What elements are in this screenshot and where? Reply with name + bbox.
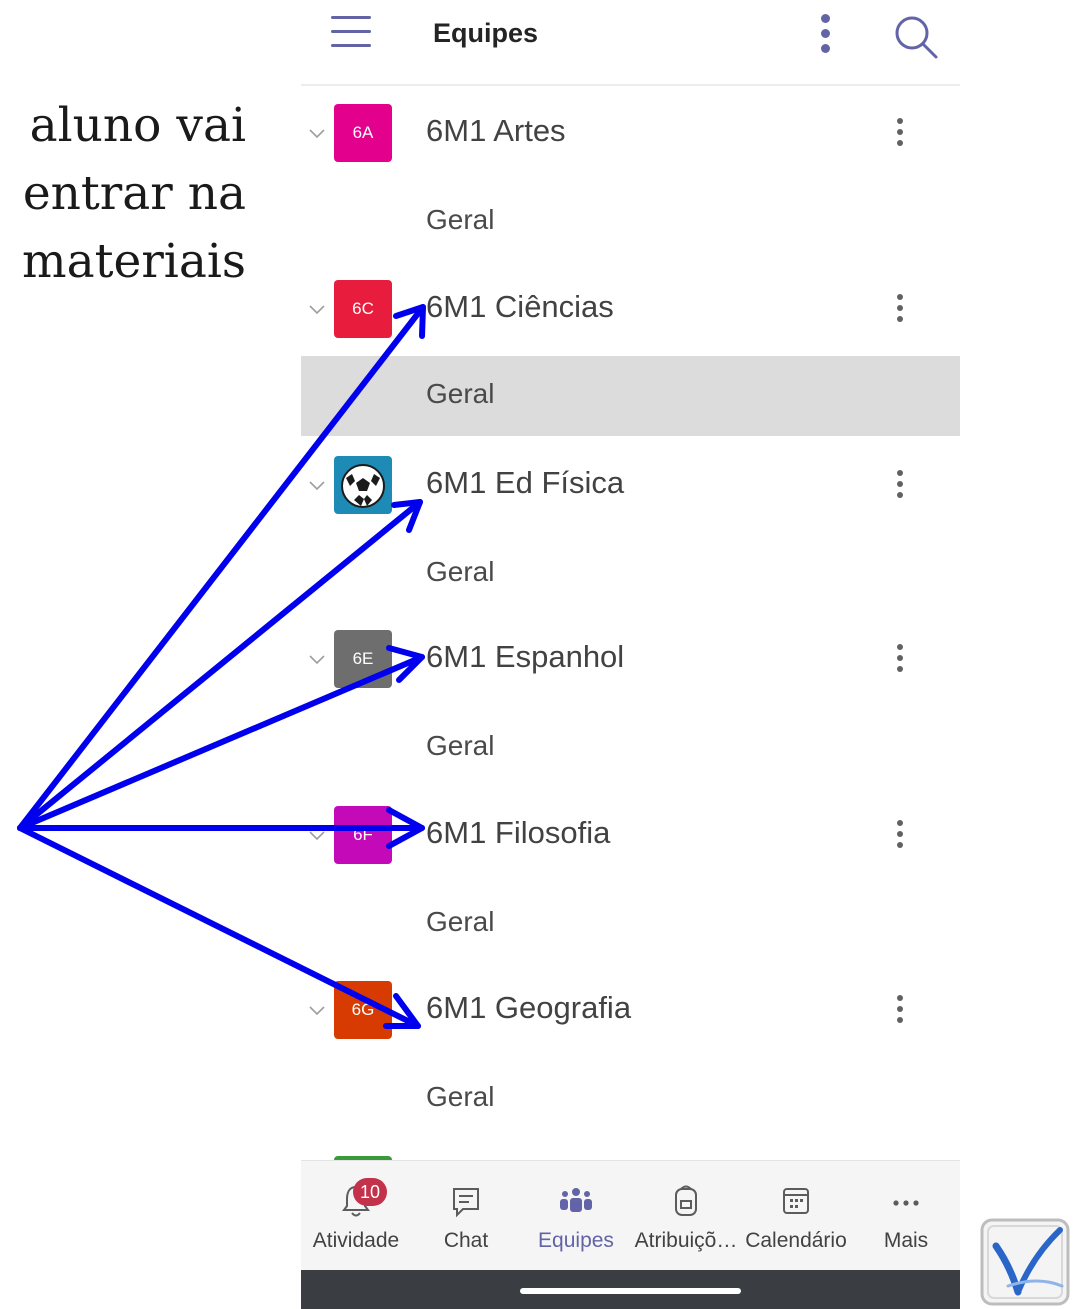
channel-row-geral-selected[interactable]: Geral xyxy=(301,356,960,436)
team-options-icon[interactable] xyxy=(897,995,905,1025)
team-row-filosofia[interactable]: 6F 6M1 Filosofia xyxy=(301,806,960,876)
team-options-icon[interactable] xyxy=(897,820,905,850)
teams-icon xyxy=(560,1188,592,1212)
team-name: 6M1 Ed Física xyxy=(426,465,625,500)
team-avatar: 6E xyxy=(334,630,392,688)
chevron-down-icon[interactable] xyxy=(307,826,327,846)
teams-app-screen: Equipes 6A 6M1 Artes Geral 6C 6M1 Ciênci… xyxy=(301,0,960,1309)
search-icon[interactable] xyxy=(893,14,939,60)
team-avatar: 6F xyxy=(334,806,392,864)
hamburger-menu-icon[interactable] xyxy=(331,14,371,48)
team-name: 6M1 Filosofia xyxy=(426,815,611,850)
channel-label: Geral xyxy=(426,556,495,587)
nav-item-more[interactable]: Mais xyxy=(851,1161,960,1271)
brand-logo-icon xyxy=(980,1218,1070,1306)
chevron-down-icon[interactable] xyxy=(307,650,327,670)
team-options-icon[interactable] xyxy=(897,294,905,324)
team-options-icon[interactable] xyxy=(897,118,905,148)
team-name: 6M1 Artes xyxy=(426,113,566,148)
team-options-icon[interactable] xyxy=(897,644,905,674)
nav-label: Mais xyxy=(883,1229,929,1252)
more-horizontal-icon xyxy=(893,1200,919,1206)
team-name: 6M1 Geografia xyxy=(426,990,632,1025)
team-options-icon[interactable] xyxy=(897,470,905,500)
team-avatar: 6A xyxy=(334,104,392,162)
slide-text-line-1: aluno vai xyxy=(29,102,246,149)
channel-row-geral[interactable]: Geral xyxy=(301,182,960,262)
home-indicator[interactable] xyxy=(520,1288,741,1294)
slide-text-line-3: materiais xyxy=(22,238,246,285)
channel-label: Geral xyxy=(426,378,495,409)
team-row-geografia[interactable]: 6G 6M1 Geografia xyxy=(301,981,960,1051)
team-row-artes[interactable]: 6A 6M1 Artes xyxy=(301,104,960,174)
more-options-icon[interactable] xyxy=(819,14,833,54)
nav-item-activity[interactable]: 10 Atividade xyxy=(301,1161,411,1271)
slide-text-line-2: entrar na xyxy=(22,170,246,217)
page-title: Equipes xyxy=(433,18,539,48)
channel-row-geral[interactable]: Geral xyxy=(301,884,960,964)
channel-label: Geral xyxy=(426,730,495,761)
soccer-ball-icon xyxy=(334,456,392,514)
backpack-icon xyxy=(675,1185,697,1216)
top-bar: Equipes xyxy=(301,0,960,86)
channel-label: Geral xyxy=(426,204,495,235)
team-row-ciencias[interactable]: 6C 6M1 Ciências xyxy=(301,280,960,350)
chevron-down-icon[interactable] xyxy=(307,300,327,320)
chat-icon xyxy=(453,1188,479,1218)
calendar-icon xyxy=(783,1188,809,1214)
team-avatar: 6C xyxy=(334,280,392,338)
team-name: 6M1 Espanhol xyxy=(426,639,625,674)
nav-item-assignments[interactable]: Atribuiçõ… xyxy=(631,1161,741,1271)
channel-label: Geral xyxy=(426,906,495,937)
channel-row-geral[interactable]: Geral xyxy=(301,534,960,614)
channel-row-geral[interactable]: Geral xyxy=(301,1059,960,1139)
channel-label: Geral xyxy=(426,1081,495,1112)
chevron-down-icon[interactable] xyxy=(307,124,327,144)
team-row-ed-fisica[interactable]: 6M1 Ed Física xyxy=(301,456,960,526)
chevron-down-icon[interactable] xyxy=(307,476,327,496)
team-name: 6M1 Ciências xyxy=(426,289,614,324)
nav-item-teams[interactable]: Equipes xyxy=(521,1161,631,1271)
team-avatar: 6G xyxy=(334,981,392,1039)
bottom-navigation: 10 Atividade Chat Equipes Atribuiçõ… Cal… xyxy=(301,1160,960,1271)
notification-badge: 10 xyxy=(353,1178,387,1206)
nav-item-calendar[interactable]: Calendário xyxy=(741,1161,851,1271)
system-gesture-bar xyxy=(301,1270,960,1309)
channel-row-geral[interactable]: Geral xyxy=(301,708,960,788)
team-row-espanhol[interactable]: 6E 6M1 Espanhol xyxy=(301,630,960,700)
nav-item-chat[interactable]: Chat xyxy=(411,1161,521,1271)
chevron-down-icon[interactable] xyxy=(307,1001,327,1021)
